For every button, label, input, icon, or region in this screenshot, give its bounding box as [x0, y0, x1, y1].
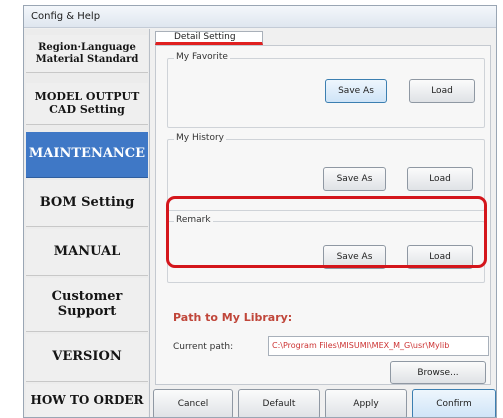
- sidebar-item-manual[interactable]: MANUAL: [26, 229, 148, 276]
- current-path-label: Current path:: [173, 342, 234, 352]
- sidebar-item-model-output[interactable]: MODEL OUTPUT CAD Setting: [26, 83, 148, 125]
- sidebar-item-how-to-order[interactable]: HOW TO ORDER: [26, 384, 148, 417]
- browse-button[interactable]: Browse...: [390, 361, 486, 384]
- cancel-button[interactable]: Cancel: [153, 389, 233, 417]
- title-bar: Config & Help: [24, 6, 496, 28]
- sidebar-item-label: Support: [57, 303, 117, 319]
- sidebar-item-label: CAD Setting: [49, 102, 125, 116]
- window-title: Config & Help: [31, 11, 101, 22]
- sidebar-item-label: Material Standard: [35, 53, 139, 65]
- tab-detail-setting[interactable]: Detail Setting: [155, 31, 263, 45]
- current-path-field[interactable]: C:\Program Files\MISUMI\MEX_M_G\usr\Myli…: [268, 336, 489, 356]
- sidebar-item-label: HOW TO ORDER: [30, 392, 144, 407]
- sidebar-item-label: Customer: [51, 288, 123, 304]
- sidebar-item-label: MAINTENANCE: [28, 146, 146, 162]
- my-favorite-title: My Favorite: [174, 52, 230, 62]
- my-favorite-group: My Favorite Save As Load: [167, 52, 485, 128]
- sidebar-item-bom-setting[interactable]: BOM Setting: [26, 180, 148, 227]
- my-history-title: My History: [174, 133, 226, 143]
- sidebar-item-label: MANUAL: [53, 243, 121, 259]
- sidebar-item-customer-support[interactable]: Customer Support: [26, 278, 148, 332]
- sidebar-item-label: MODEL OUTPUT: [34, 89, 140, 103]
- favorite-save-as-button[interactable]: Save As: [325, 79, 387, 103]
- library-path-heading: Path to My Library:: [173, 311, 293, 324]
- sidebar-item-label: VERSION: [52, 349, 122, 365]
- apply-button[interactable]: Apply: [325, 389, 407, 417]
- sidebar-item-version[interactable]: VERSION: [26, 334, 148, 382]
- sidebar: Region·Language Material Standard MODEL …: [24, 29, 150, 417]
- action-bar: Cancel Default Apply Confirm: [151, 387, 496, 417]
- remark-highlight-frame: [166, 196, 487, 268]
- history-load-button[interactable]: Load: [407, 167, 473, 191]
- sidebar-item-maintenance[interactable]: MAINTENANCE: [26, 132, 148, 178]
- sidebar-item-label: BOM Setting: [39, 194, 135, 210]
- history-save-as-button[interactable]: Save As: [323, 167, 386, 191]
- sidebar-item-label: Region·Language: [38, 42, 136, 53]
- default-button[interactable]: Default: [238, 389, 320, 417]
- favorite-load-button[interactable]: Load: [409, 79, 475, 103]
- sidebar-item-region-language[interactable]: Region·Language Material Standard: [26, 35, 148, 73]
- confirm-button[interactable]: Confirm: [412, 389, 496, 417]
